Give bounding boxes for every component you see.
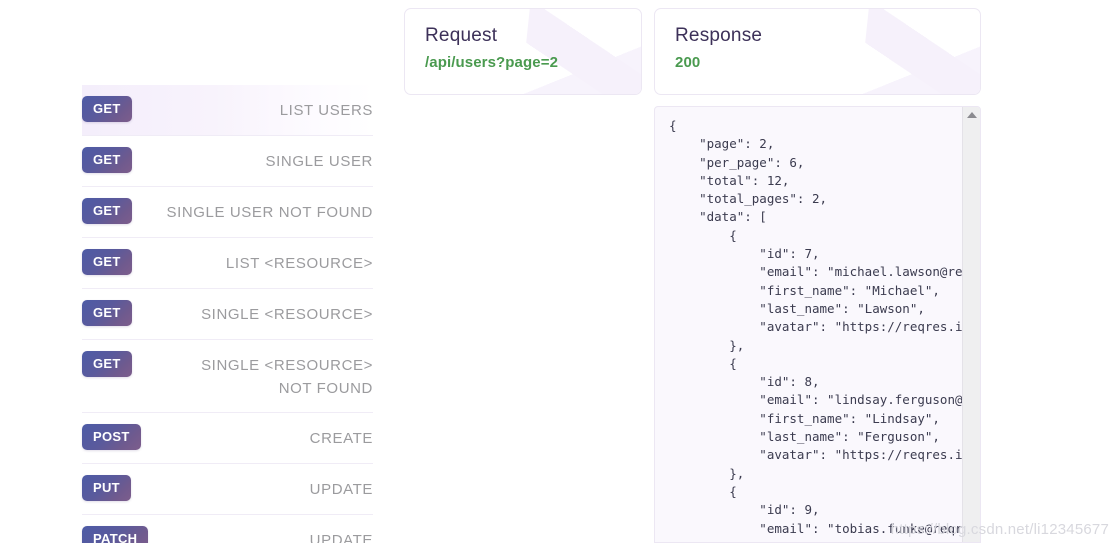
api-explorer-page: GET LIST USERS GET SINGLE USER GET SINGLE USE… [0,0,1115,543]
endpoint-row-get-3[interactable]: GET LIST <RESOURCE> [82,238,373,289]
method-badge-put: PUT [82,474,131,501]
response-body-scrollbar[interactable] [962,107,980,542]
endpoint-label: SINGLE USER [265,153,373,170]
response-body-panel: { "page": 2, "per_page": 6, "total": 12,… [654,106,981,543]
response-card: Response 200 [654,8,981,95]
request-url: /api/users?page=2 [425,54,559,71]
response-card-inner: Response 200 [655,9,980,71]
endpoint-label: SINGLE <RESOURCE> [201,306,373,323]
response-status-code: 200 [675,54,701,71]
method-badge-post: POST [82,423,141,450]
endpoint-row-put-7[interactable]: PUT UPDATE [82,464,373,515]
method-badge-get: GET [82,300,132,326]
endpoint-label: CREATE [309,429,373,447]
method-badge-get: GET [82,351,132,377]
endpoint-label: LIST USERS [279,102,373,119]
request-card: Request /api/users?page=2 [404,8,642,95]
request-title: Request [425,25,498,46]
endpoint-label: SINGLE USER NOT FOUND [166,204,373,221]
request-card-inner: Request /api/users?page=2 [405,9,641,71]
endpoint-row-get-2[interactable]: GET SINGLE USER NOT FOUND [82,187,373,238]
endpoint-row-get-0[interactable]: GET LIST USERS [82,85,373,136]
endpoint-row-post-6[interactable]: POST CREATE [82,413,373,464]
method-badge-get: GET [82,147,132,173]
endpoint-label: SINGLE <RESOURCE> NOT FOUND [201,357,373,398]
endpoint-list: GET LIST USERS GET SINGLE USER GET SINGLE USE… [82,85,373,543]
endpoint-row-get-5[interactable]: GET SINGLE <RESOURCE> NOT FOUND [82,340,373,413]
endpoint-label: LIST <RESOURCE> [225,255,373,272]
endpoint-row-get-4[interactable]: GET SINGLE <RESOURCE> [82,289,373,340]
method-badge-get: GET [82,96,132,122]
scroll-up-arrow-icon[interactable] [966,112,977,118]
method-badge-get: GET [82,198,132,224]
endpoint-row-get-1[interactable]: GET SINGLE USER [82,136,373,187]
endpoint-label: UPDATE [309,480,373,498]
response-title: Response [675,25,763,46]
method-badge-patch: PATCH [82,525,149,543]
method-badge-get: GET [82,249,132,275]
endpoint-label: UPDATE [309,531,373,543]
endpoint-row-patch-8[interactable]: PATCH UPDATE [82,515,373,543]
response-body-code: { "page": 2, "per_page": 6, "total": 12,… [669,118,962,536]
